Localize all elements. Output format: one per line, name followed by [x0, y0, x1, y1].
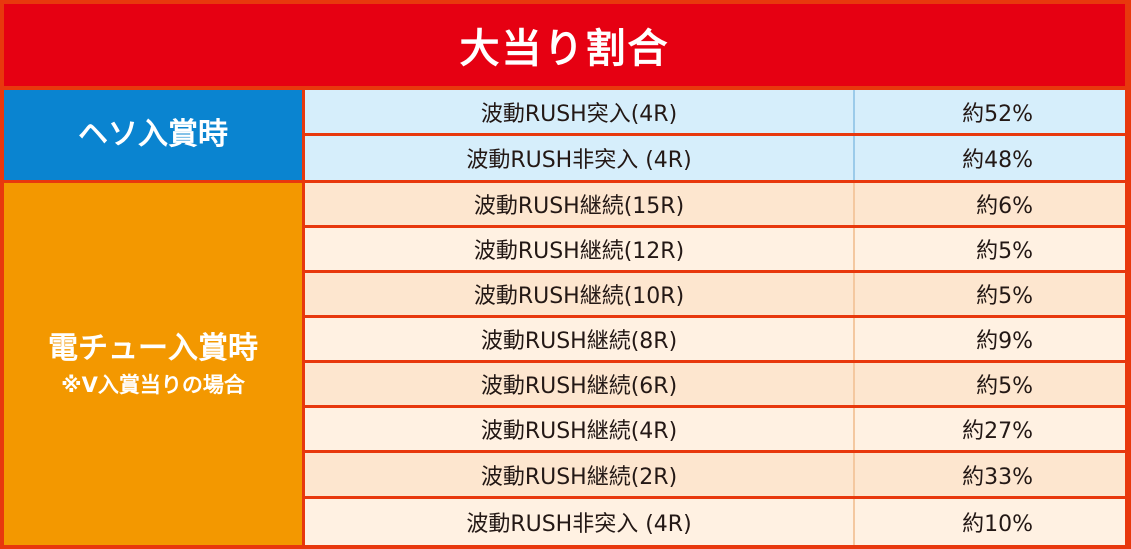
table-row: 波動RUSH突入(4R) 約52% — [305, 90, 1125, 133]
row-category: 波動RUSH継続(4R) — [305, 408, 855, 450]
row-value: 約5% — [976, 239, 1033, 264]
row-value: 約52% — [962, 101, 1033, 127]
row-category: 波動RUSH継続(2R) — [305, 453, 855, 496]
group-label-heso: ヘソ入賞時 — [4, 90, 302, 180]
row-category: 波動RUSH継続(8R) — [305, 318, 855, 360]
row-value: 約33% — [962, 464, 1033, 490]
row-category: 波動RUSH非突入 (4R) — [305, 499, 855, 545]
row-value: 約6% — [976, 194, 1033, 219]
row-value: 約9% — [976, 329, 1033, 354]
row-value: 約5% — [976, 284, 1033, 309]
table-row: 波動RUSH継続(10R) 約5% — [305, 273, 1125, 315]
table-row: 波動RUSH継続(15R) 約6% — [305, 183, 1125, 225]
ratio-table: 大当り割合 ヘソ入賞時 電チュー入賞時 ※V入賞当りの場合 波動RUSH突入(4… — [0, 0, 1131, 549]
table-row: 波動RUSH継続(6R) 約5% — [305, 363, 1125, 405]
group-label-denchu-text: 電チュー入賞時 — [48, 331, 258, 367]
group-label-denchu: 電チュー入賞時 ※V入賞当りの場合 — [4, 183, 302, 545]
group-label-heso-text: ヘソ入賞時 — [78, 117, 228, 153]
row-category: 波動RUSH継続(15R) — [305, 183, 855, 225]
table-row: 波動RUSH非突入 (4R) 約48% — [305, 136, 1125, 180]
table-row: 波動RUSH継続(4R) 約27% — [305, 408, 1125, 450]
row-category: 波動RUSH突入(4R) — [305, 90, 855, 133]
table-row: 波動RUSH非突入 (4R) 約10% — [305, 499, 1125, 545]
row-category: 波動RUSH継続(6R) — [305, 363, 855, 405]
row-category: 波動RUSH非突入 (4R) — [305, 136, 855, 180]
table-row: 波動RUSH継続(8R) 約9% — [305, 318, 1125, 360]
table-title: 大当り割合 — [4, 4, 1125, 86]
row-category: 波動RUSH継続(10R) — [305, 273, 855, 315]
row-value: 約27% — [962, 419, 1033, 444]
row-category: 波動RUSH継続(12R) — [305, 228, 855, 270]
table-row: 波動RUSH継続(12R) 約5% — [305, 228, 1125, 270]
row-value: 約10% — [962, 512, 1033, 537]
row-value: 約5% — [976, 374, 1033, 399]
table-row: 波動RUSH継続(2R) 約33% — [305, 453, 1125, 496]
row-value: 約48% — [962, 148, 1033, 173]
group-sublabel-denchu: ※V入賞当りの場合 — [61, 372, 245, 397]
